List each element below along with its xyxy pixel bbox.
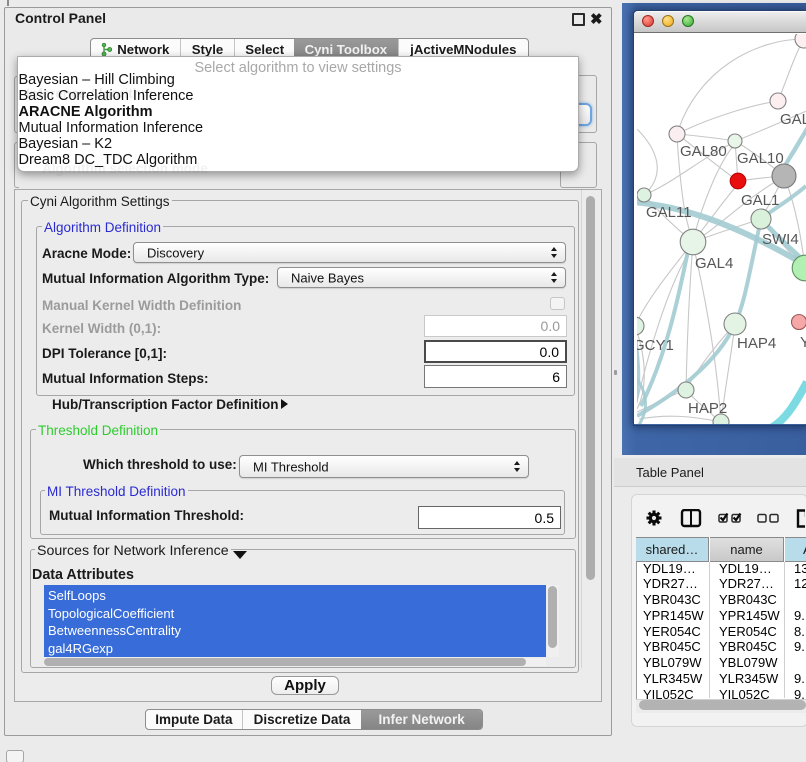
svg-text:GAL4: GAL4	[695, 255, 733, 272]
svg-text:SWI4: SWI4	[762, 231, 799, 248]
svg-text:GCY1: GCY1	[637, 337, 674, 354]
svg-text:GAL80: GAL80	[680, 143, 727, 160]
svg-text:GAL1: GAL1	[741, 192, 779, 209]
svg-text:Y: Y	[800, 334, 806, 351]
svg-text:GAL7: GAL7	[780, 111, 806, 128]
svg-text:GAL11: GAL11	[646, 204, 692, 221]
svg-text:HAP4: HAP4	[737, 335, 776, 352]
svg-text:GAL10: GAL10	[737, 150, 784, 167]
svg-text:HAP2: HAP2	[688, 400, 727, 417]
